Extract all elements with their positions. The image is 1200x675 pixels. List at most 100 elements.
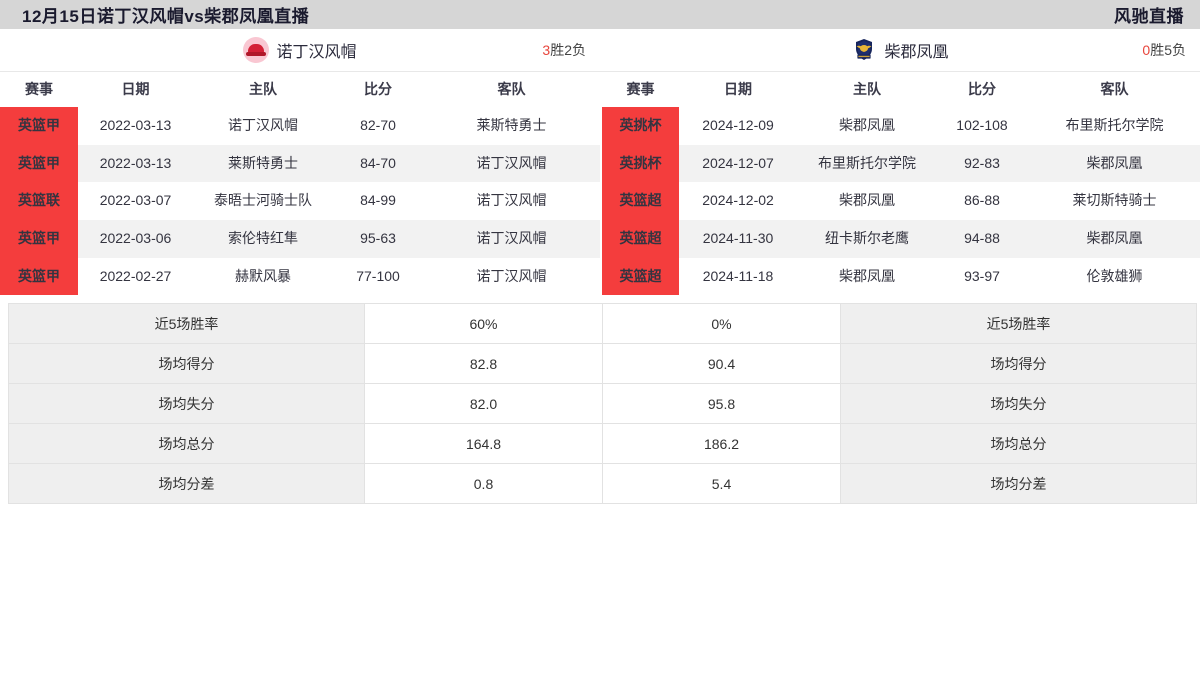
home-league-badge: 英篮甲 [0,144,78,183]
away-home-team: 柴郡凤凰 [839,192,895,209]
home-match-date: 2022-03-06 [99,230,172,247]
stats-row: 近5场胜率 60% 0% 近5场胜率 [8,303,1197,345]
stat-label-left: 场均总分 [8,423,365,465]
away-league-badge: 英篮超 [602,220,679,258]
away-match-date: 2024-11-30 [702,230,774,247]
table-row[interactable]: 英篮甲 2022-02-27 赫默风暴 77-100 诺丁汉风帽 [0,257,600,296]
away-league-badge: 英篮超 [602,182,679,221]
home-home-team: 诺丁汉风帽 [228,117,298,133]
home-home-team: 赫默风暴 [235,267,291,284]
team-stats-table: 近5场胜率 60% 0% 近5场胜率 场均得分 82.8 90.4 场均得分 场均失分 82.0 9… [8,303,1197,505]
page-title: 12月15日诺丁汉风帽vs柴郡凤凰直播 [22,7,310,26]
away-match-date: 2024-12-09 [702,117,774,133]
home-matches-table: 赛事 日期 主队 比分 客队 英篮甲 2022-03-13 诺丁汉风帽 82-70 莱斯… [0,72,600,296]
away-match-score: 86-88 [964,192,1000,209]
home-losses-label: 负 [572,42,586,58]
cheshire-phoenix-logo-icon [851,37,877,63]
table-row[interactable]: 英篮甲 2022-03-06 索伦特红隼 95-63 诺丁汉风帽 [0,220,600,258]
away-match-score: 92-83 [964,154,1000,171]
stat-value-home: 82.8 [364,343,603,385]
stats-row: 场均得分 82.8 90.4 场均得分 [8,343,1197,385]
away-match-date: 2024-11-18 [702,267,774,284]
away-away-team: 柴郡凤凰 [1086,154,1143,171]
stat-value-home: 60% [364,303,603,345]
home-home-team: 莱斯特勇士 [228,154,298,171]
table-row[interactable]: 英挑杯 2024-12-07 布里斯托尔学院 92-83 柴郡凤凰 [602,144,1200,183]
col-away: 客队 [1027,72,1200,107]
col-league: 赛事 [0,72,78,107]
stat-value-home: 0.8 [364,463,603,505]
col-away: 客队 [423,72,600,107]
home-team-record: 3胜2负 [542,40,586,60]
home-match-score: 84-99 [360,192,396,209]
stat-value-away: 95.8 [602,383,841,425]
team-headers: 诺丁汉风帽 3胜2负 柴郡凤凰 0胜5负 [0,29,1200,72]
col-date: 日期 [679,72,797,107]
home-team-header[interactable]: 诺丁汉风帽 3胜2负 [0,29,600,71]
away-away-team: 布里斯托尔学院 [1065,117,1164,133]
home-matches-body: 英篮甲 2022-03-13 诺丁汉风帽 82-70 莱斯特勇士 英篮甲 2022-03-1… [0,107,600,296]
away-away-team: 柴郡凤凰 [1086,230,1143,247]
stat-value-away: 90.4 [602,343,841,385]
table-row[interactable]: 英篮甲 2022-03-13 诺丁汉风帽 82-70 莱斯特勇士 [0,107,600,145]
stat-label-left: 场均失分 [8,383,365,425]
table-row[interactable]: 英篮超 2024-12-02 柴郡凤凰 86-88 莱切斯特骑士 [602,182,1200,221]
stat-value-away: 5.4 [602,463,841,505]
col-score: 比分 [333,72,423,107]
col-home: 主队 [797,72,937,107]
stat-label-left: 场均分差 [8,463,365,505]
table-row[interactable]: 英篮超 2024-11-18 柴郡凤凰 93-97 伦敦雄狮 [602,257,1200,296]
stat-label-right: 场均得分 [840,343,1197,385]
away-home-team: 布里斯托尔学院 [818,154,916,171]
col-home: 主队 [193,72,333,107]
stat-label-left: 近5场胜率 [8,303,365,345]
away-match-score: 94-88 [964,230,1000,247]
away-league-badge: 英篮超 [602,257,679,296]
team-stats-body: 近5场胜率 60% 0% 近5场胜率 场均得分 82.8 90.4 场均得分 场均失分 82.0 9… [8,303,1197,505]
away-losses-label: 负 [1172,42,1186,58]
home-home-team: 泰晤士河骑士队 [214,192,312,209]
away-league-badge: 英挑杯 [602,144,679,183]
away-wins: 0 [1142,42,1151,58]
stat-value-away: 186.2 [602,423,841,465]
table-row[interactable]: 英篮超 2024-11-30 纽卡斯尔老鹰 94-88 柴郡凤凰 [602,220,1200,258]
home-match-score: 84-70 [360,154,396,171]
table-header-row: 赛事 日期 主队 比分 客队 [602,72,1200,107]
away-losses: 5 [1164,42,1172,58]
home-losses: 2 [564,42,572,58]
stat-label-left: 场均得分 [8,343,365,385]
away-match-score: 93-97 [964,267,1000,284]
stats-row: 场均分差 0.8 5.4 场均分差 [8,463,1197,505]
away-wins-label: 胜 [1150,42,1165,58]
home-away-team: 莱斯特勇士 [476,117,547,133]
away-match-date: 2024-12-07 [702,154,774,171]
table-row[interactable]: 英篮甲 2022-03-13 莱斯特勇士 84-70 诺丁汉风帽 [0,144,600,183]
away-team-header[interactable]: 柴郡凤凰 0胜5负 [600,29,1200,71]
col-league: 赛事 [602,72,679,107]
home-league-badge: 英篮甲 [0,257,78,296]
recent-matches-section: 赛事 日期 主队 比分 客队 英篮甲 2022-03-13 诺丁汉风帽 82-70 莱斯… [0,72,1200,296]
home-team-name: 诺丁汉风帽 [276,44,357,61]
home-wins: 3 [542,42,551,58]
table-row[interactable]: 英篮联 2022-03-07 泰晤士河骑士队 84-99 诺丁汉风帽 [0,182,600,221]
stats-row: 场均失分 82.0 95.8 场均失分 [8,383,1197,425]
table-header-row: 赛事 日期 主队 比分 客队 [0,72,600,107]
home-match-date: 2022-03-13 [99,154,172,171]
table-row[interactable]: 英挑杯 2024-12-09 柴郡凤凰 102-108 布里斯托尔学院 [602,107,1200,145]
home-match-score: 95-63 [360,230,396,247]
stat-label-right: 场均分差 [840,463,1197,505]
away-league-badge: 英挑杯 [602,107,679,145]
home-away-team: 诺丁汉风帽 [476,267,547,284]
home-match-date: 2022-02-27 [99,267,172,284]
away-match-score: 102-108 [956,117,1008,133]
col-date: 日期 [78,72,193,107]
home-match-date: 2022-03-13 [99,117,172,133]
home-match-score: 82-70 [360,117,396,133]
col-score: 比分 [937,72,1027,107]
home-wins-label: 胜 [550,42,565,58]
away-recent-matches: 赛事 日期 主队 比分 客队 英挑杯 2024-12-09 柴郡凤凰 102-108 布… [600,72,1200,296]
stat-value-home: 164.8 [364,423,603,465]
stat-label-right: 场均失分 [840,383,1197,425]
home-league-badge: 英篮甲 [0,220,78,258]
home-match-date: 2022-03-07 [99,192,172,209]
